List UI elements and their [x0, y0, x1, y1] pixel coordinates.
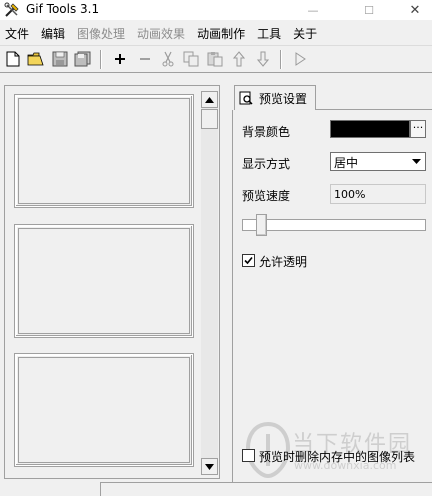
add-frame-icon[interactable]	[110, 49, 130, 69]
scroll-thumb[interactable]	[201, 109, 218, 129]
scroll-up-arrow-icon[interactable]	[201, 91, 218, 108]
menu-animation-making[interactable]: 动画制作	[194, 25, 248, 42]
speed-slider-track[interactable]	[242, 219, 426, 231]
panel-divider	[232, 110, 233, 496]
allow-transparent-label: 允许透明	[259, 255, 308, 269]
background-color-label: 背景颜色	[242, 125, 291, 139]
delete-on-preview-label: 预览时删除内存中的图像列表	[259, 450, 416, 464]
paste-icon[interactable]	[205, 49, 225, 69]
save-all-icon[interactable]	[73, 49, 93, 69]
frame-list-panel[interactable]	[4, 85, 220, 479]
preview-speed-value: 100%	[334, 188, 366, 201]
status-bar-panel	[101, 482, 432, 496]
frame-thumbnail[interactable]	[14, 224, 194, 338]
preview-speed-field[interactable]: 100%	[330, 184, 426, 204]
speed-slider-thumb[interactable]	[256, 214, 267, 236]
toolbar	[0, 45, 432, 73]
frame-list-scrollbar[interactable]	[201, 91, 218, 475]
copy-icon[interactable]	[181, 49, 201, 69]
tab-divider	[316, 109, 432, 110]
color-picker-button[interactable]: ···	[410, 120, 426, 138]
preview-speed-label: 预览速度	[242, 189, 291, 203]
menu-image-processing[interactable]: 图像处理	[74, 25, 128, 42]
app-tools-icon	[4, 2, 19, 17]
menu-file[interactable]: 文件	[2, 25, 32, 42]
tab-label: 预览设置	[259, 91, 308, 106]
title-bar: Gif Tools 3.1 — ☐ ✕	[0, 0, 432, 20]
menu-edit[interactable]: 编辑	[38, 25, 68, 42]
close-button[interactable]: ✕	[392, 0, 432, 20]
move-up-icon[interactable]	[229, 49, 249, 69]
allow-transparent-checkbox[interactable]	[242, 254, 255, 267]
background-color-swatch[interactable]	[330, 120, 410, 138]
remove-frame-icon[interactable]	[135, 49, 155, 69]
toolbar-separator	[280, 50, 282, 69]
menu-about[interactable]: 关于	[290, 25, 320, 42]
display-mode-value: 居中	[334, 156, 359, 170]
chevron-down-icon[interactable]	[410, 155, 423, 168]
window-title: Gif Tools 3.1	[26, 2, 100, 16]
checkmark-icon	[244, 256, 253, 265]
tab-preview-settings[interactable]: 预览设置	[234, 85, 316, 110]
menu-tools[interactable]: 工具	[254, 25, 284, 42]
play-icon[interactable]	[290, 49, 310, 69]
new-file-icon[interactable]	[3, 49, 23, 69]
save-icon[interactable]	[50, 49, 70, 69]
move-down-icon[interactable]	[253, 49, 273, 69]
delete-on-preview-checkbox[interactable]	[242, 449, 255, 462]
display-mode-label: 显示方式	[242, 157, 291, 171]
status-bar-separator	[100, 482, 101, 496]
cut-icon[interactable]	[158, 49, 178, 69]
maximize-button[interactable]: ☐	[346, 0, 392, 20]
frame-thumbnail[interactable]	[14, 94, 194, 208]
display-mode-select[interactable]: 居中	[330, 152, 426, 171]
toolbar-separator	[100, 50, 102, 69]
frame-thumbnail[interactable]	[14, 353, 194, 467]
minimize-button[interactable]: —	[290, 0, 336, 20]
magnifier-page-icon	[239, 91, 253, 105]
scroll-down-arrow-icon[interactable]	[201, 458, 218, 475]
menu-animation-effects[interactable]: 动画效果	[134, 25, 188, 42]
open-folder-icon[interactable]	[26, 49, 46, 69]
menu-bar: 文件 编辑 图像处理 动画效果 动画制作 工具 关于	[0, 22, 432, 44]
